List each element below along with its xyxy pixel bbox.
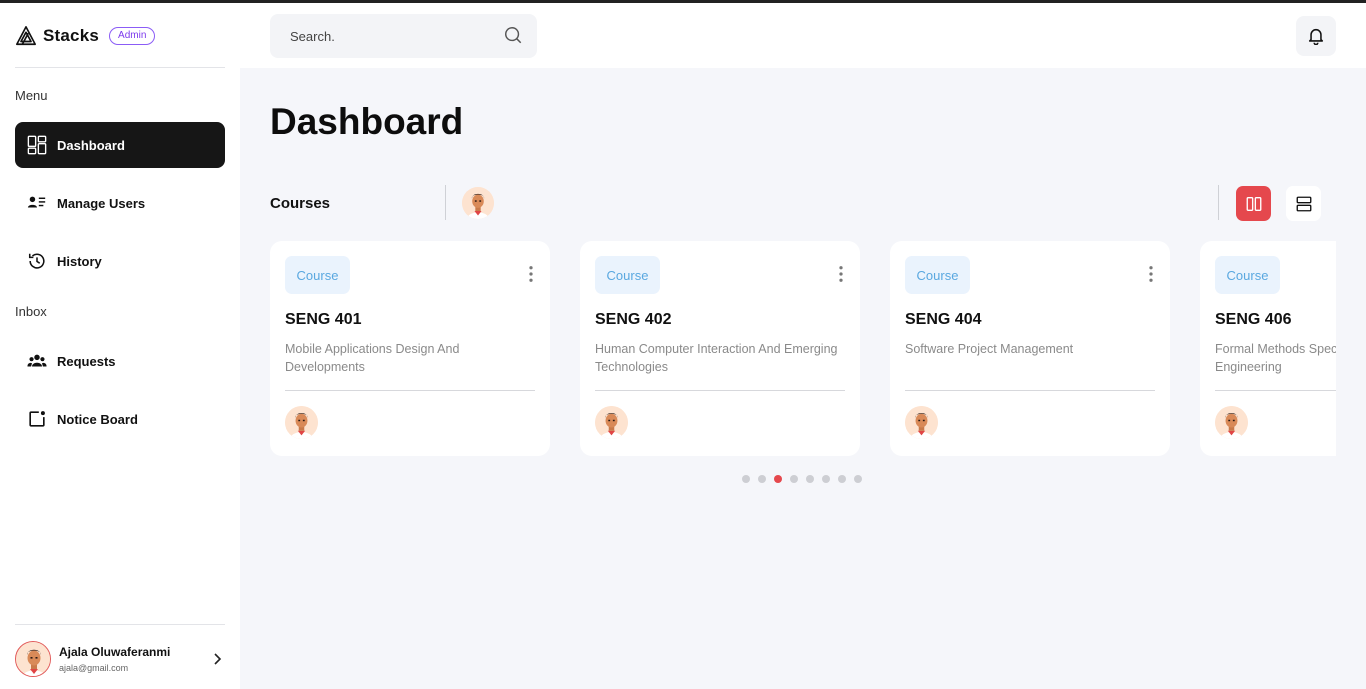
avatar (15, 641, 51, 677)
carousel-dot[interactable] (838, 475, 846, 483)
course-card[interactable]: Course SENG 402 Human Computer Interacti… (580, 241, 860, 456)
avatar[interactable] (462, 187, 494, 219)
rows-icon (1295, 195, 1313, 213)
users-list-icon (27, 193, 47, 213)
divider (285, 390, 535, 391)
sidebar-item-label: Notice Board (57, 411, 138, 427)
divider (1215, 390, 1336, 391)
course-tag: Course (1215, 256, 1280, 294)
more-options-icon[interactable] (1145, 265, 1157, 285)
sidebar-item-manage-users[interactable]: Manage Users (15, 180, 225, 226)
inbox-section-label: Inbox (15, 304, 47, 319)
sidebar-item-label: History (57, 253, 102, 269)
page-title: Dashboard (270, 101, 464, 142)
carousel-dot[interactable] (742, 475, 750, 483)
stacks-logo-icon (15, 25, 37, 47)
course-card[interactable]: Course SENG 401 Mobile Applications Desi… (270, 241, 550, 456)
carousel-dot[interactable] (774, 475, 782, 483)
course-description: Formal Methods Specification In Software… (1215, 342, 1336, 374)
carousel-dot[interactable] (758, 475, 766, 483)
notice-board-icon (27, 409, 47, 429)
bell-icon (1307, 27, 1325, 45)
dashboard-icon (27, 135, 47, 155)
search-bar (270, 14, 537, 58)
divider (445, 185, 446, 220)
avatar (1215, 406, 1248, 439)
history-icon (27, 251, 47, 271)
courses-section-label: Courses (270, 195, 331, 212)
search-input[interactable] (290, 28, 503, 44)
sidebar: Stacks Admin Menu Dashboard Manage Users (0, 3, 240, 689)
divider (15, 67, 225, 68)
divider (15, 624, 225, 625)
sidebar-item-notice-board[interactable]: Notice Board (15, 396, 225, 442)
course-code: SENG 404 (905, 311, 982, 328)
brand[interactable]: Stacks Admin (15, 23, 156, 49)
course-carousel: Course SENG 401 Mobile Applications Desi… (270, 241, 1336, 457)
carousel-dot[interactable] (790, 475, 798, 483)
course-code: SENG 401 (285, 311, 362, 328)
avatar (285, 406, 318, 439)
grid-view-button[interactable] (1236, 186, 1271, 221)
more-options-icon[interactable] (835, 265, 847, 285)
course-tag: Course (595, 256, 660, 294)
search-icon[interactable] (503, 25, 525, 47)
course-card[interactable]: Course SENG 406 Formal Methods Specifica… (1200, 241, 1336, 456)
more-options-icon[interactable] (525, 265, 537, 285)
sidebar-item-label: Dashboard (57, 137, 125, 153)
sidebar-item-label: Manage Users (57, 195, 146, 211)
course-description: Mobile Applications Design And Developme… (285, 342, 460, 374)
course-tag: Course (285, 256, 350, 294)
group-icon (27, 351, 47, 371)
avatar (595, 406, 628, 439)
course-description: Human Computer Interaction And Emerging … (595, 342, 838, 374)
carousel-dot[interactable] (806, 475, 814, 483)
avatar (905, 406, 938, 439)
sidebar-item-label: Requests (57, 353, 116, 369)
course-description: Software Project Management (905, 342, 1074, 356)
chevron-right-icon[interactable] (209, 651, 225, 667)
sidebar-item-history[interactable]: History (15, 238, 225, 284)
divider (595, 390, 845, 391)
sidebar-item-dashboard[interactable]: Dashboard (15, 122, 225, 168)
user-name: Ajala Oluwaferanmi (59, 645, 171, 659)
course-code: SENG 406 (1215, 311, 1292, 328)
course-tag: Course (905, 256, 970, 294)
admin-badge: Admin (109, 27, 156, 45)
carousel-dot[interactable] (854, 475, 862, 483)
user-profile[interactable]: Ajala Oluwaferanmi ajala@gmail.com (15, 640, 225, 678)
user-email: ajala@gmail.com (59, 663, 129, 673)
carousel-dot[interactable] (822, 475, 830, 483)
menu-section-label: Menu (15, 88, 48, 103)
divider (1218, 185, 1219, 220)
course-code: SENG 402 (595, 311, 672, 328)
carousel-pagination (742, 475, 870, 483)
sidebar-item-requests[interactable]: Requests (15, 338, 225, 384)
course-card[interactable]: Course SENG 404 Software Project Managem… (890, 241, 1170, 456)
top-header (240, 3, 1366, 68)
divider (905, 390, 1155, 391)
list-view-button[interactable] (1286, 186, 1321, 221)
columns-icon (1245, 195, 1263, 213)
notifications-button[interactable] (1296, 16, 1336, 56)
brand-name: Stacks (43, 26, 100, 45)
